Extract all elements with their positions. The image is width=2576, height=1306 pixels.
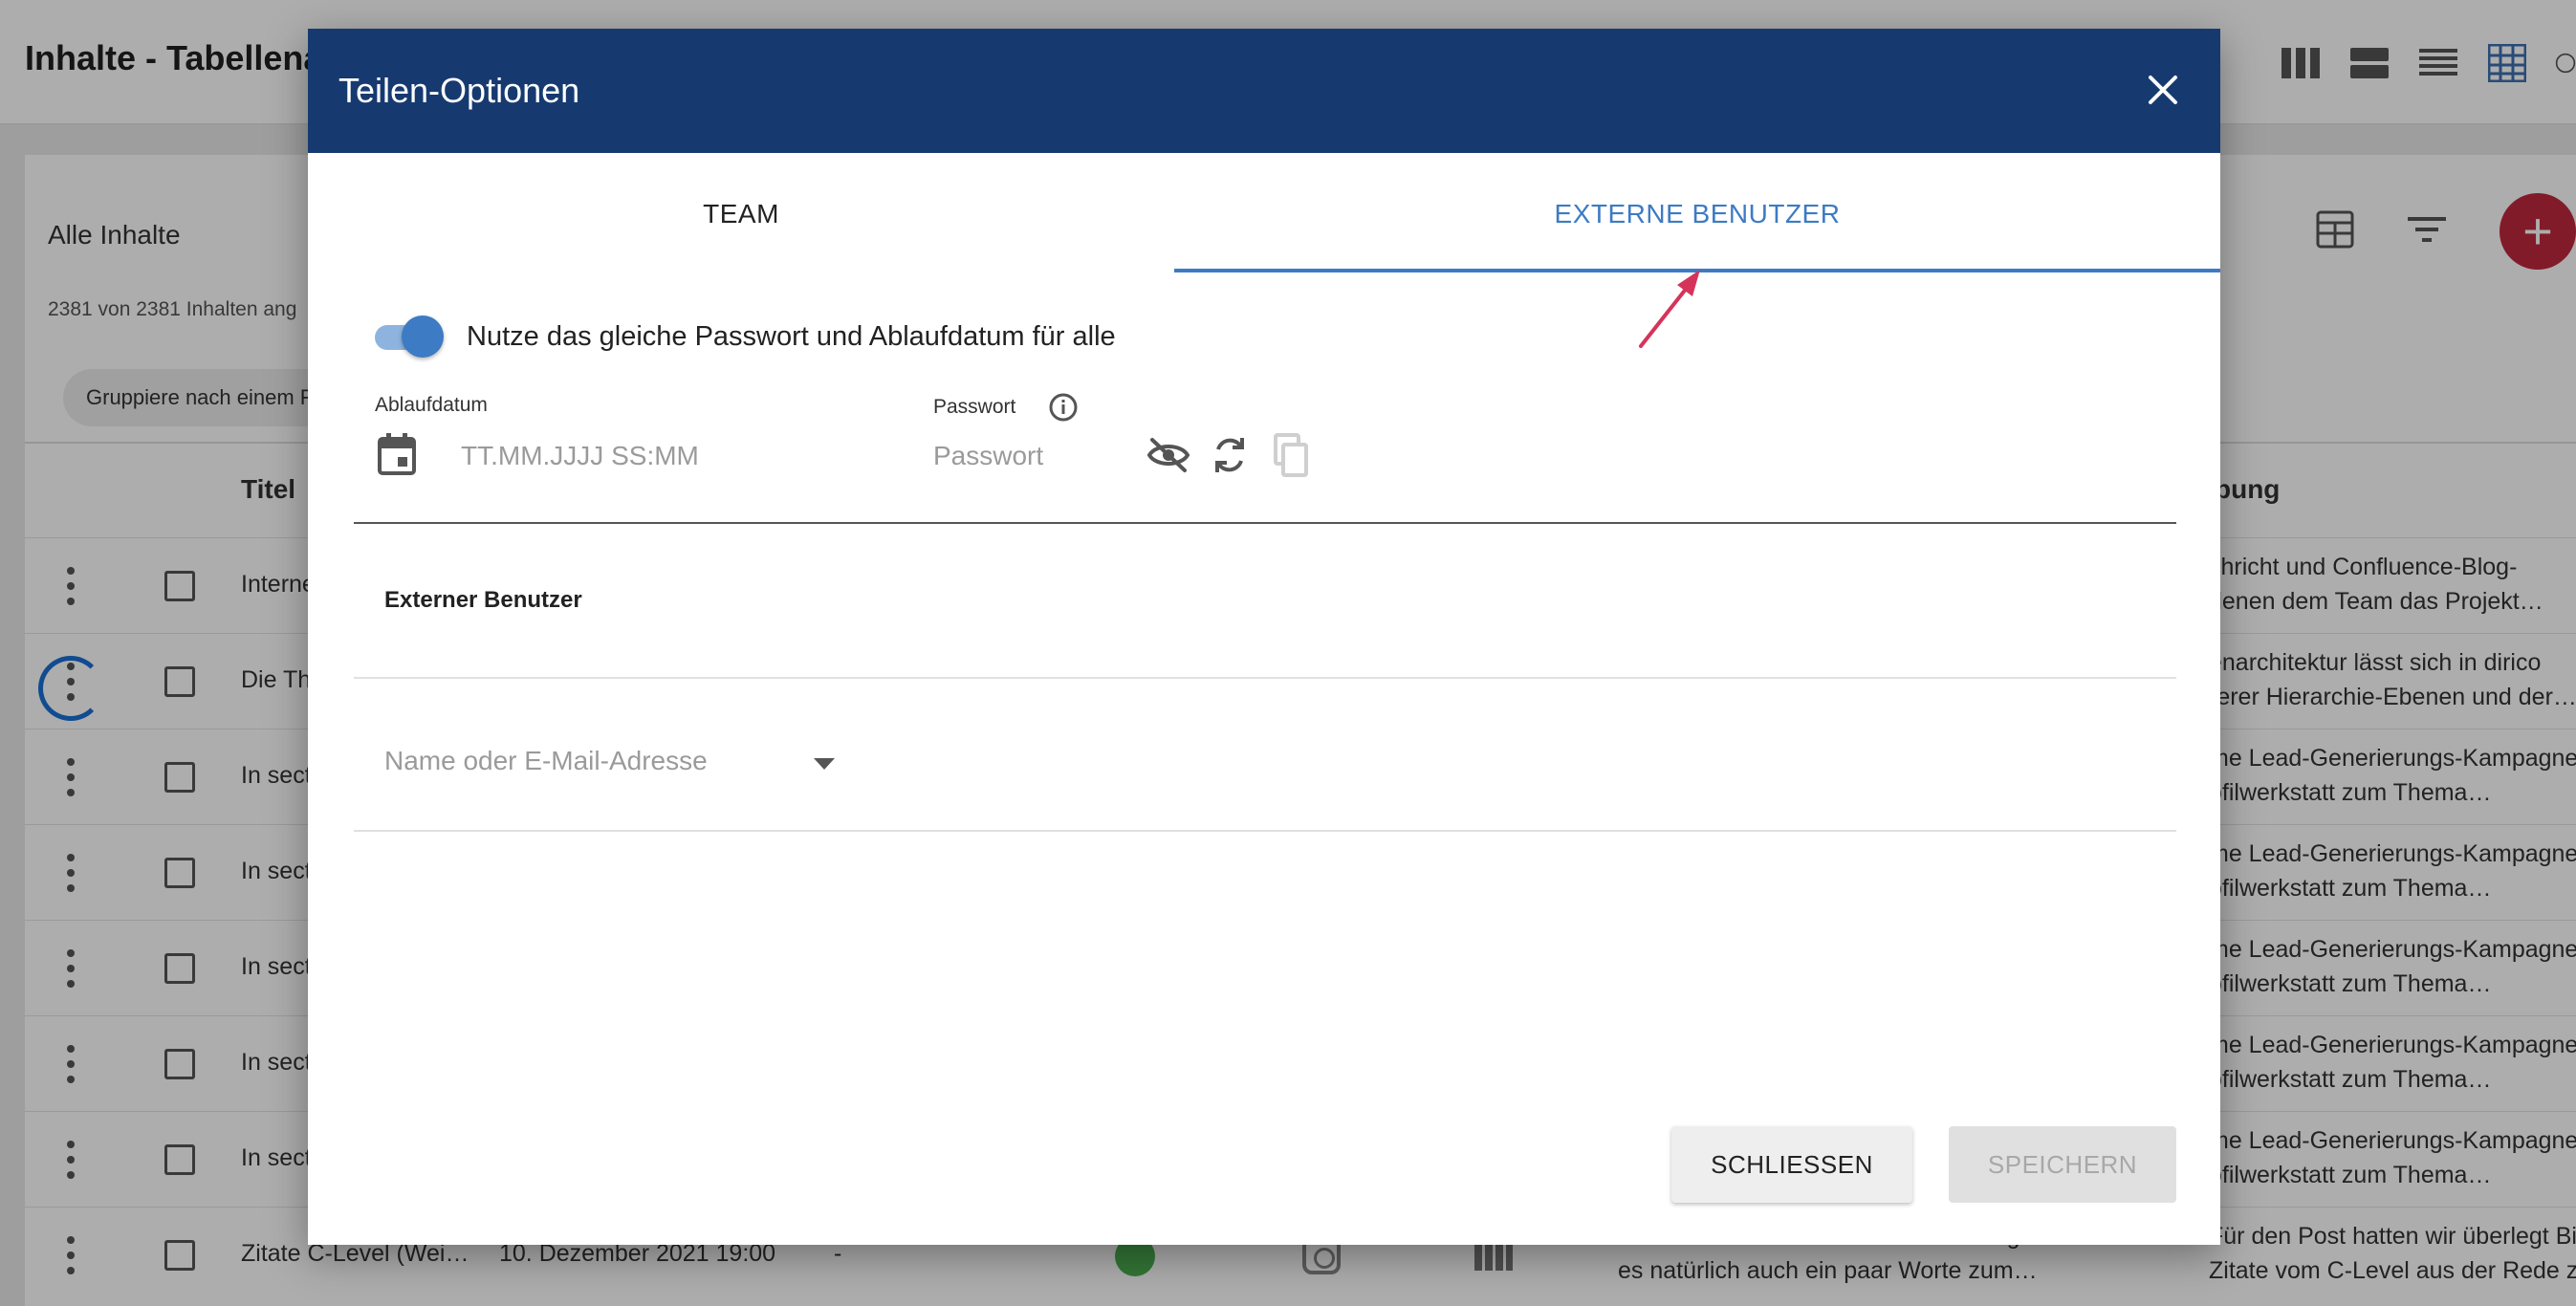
divider: [354, 677, 2176, 679]
refresh-icon[interactable]: [1205, 430, 1255, 480]
same-password-toggle-row: Nutze das gleiche Passwort und Ablaufdat…: [375, 308, 1116, 365]
dialog-tabs: TEAM EXTERNE BENUTZER: [308, 153, 2220, 275]
expiry-date-label: Ablaufdatum: [375, 394, 488, 416]
close-button[interactable]: SCHLIESSEN: [1671, 1126, 1912, 1203]
share-options-dialog: Teilen-Optionen TEAM EXTERNE BENUTZER Nu…: [308, 29, 2220, 1245]
expiry-date-input[interactable]: [461, 434, 862, 478]
same-password-toggle-label: Nutze das gleiche Passwort und Ablaufdat…: [467, 320, 1116, 352]
password-label: Passwort: [933, 396, 1016, 418]
divider: [354, 522, 2176, 524]
visibility-off-icon[interactable]: [1144, 430, 1193, 480]
same-password-toggle[interactable]: [375, 316, 444, 358]
external-user-section-title: Externer Benutzer: [384, 587, 582, 613]
calendar-icon[interactable]: [377, 432, 417, 476]
divider: [354, 830, 2176, 832]
dialog-title: Teilen-Optionen: [338, 71, 580, 110]
tab-team[interactable]: TEAM: [308, 153, 1174, 275]
password-input[interactable]: [933, 434, 1124, 478]
annotation-arrow-icon: [1639, 270, 1700, 348]
chevron-down-icon[interactable]: [805, 750, 843, 778]
dialog-header: Teilen-Optionen: [308, 29, 2220, 153]
info-icon[interactable]: [1048, 392, 1079, 423]
close-icon[interactable]: [2140, 67, 2186, 113]
save-button: SPEICHERN: [1949, 1126, 2176, 1203]
copy-icon: [1266, 430, 1316, 480]
